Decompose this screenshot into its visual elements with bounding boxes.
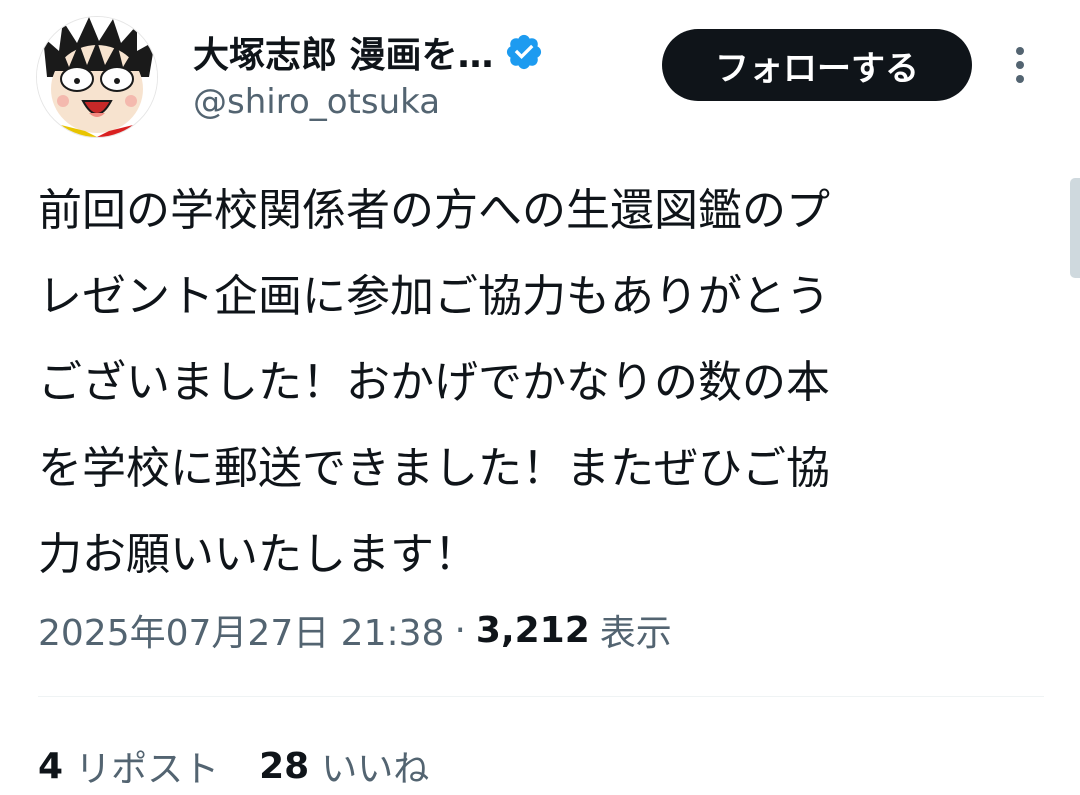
reposts-count: 4	[38, 745, 64, 787]
divider	[38, 696, 1044, 697]
avatar[interactable]	[36, 16, 158, 138]
likes-label: いいね	[321, 749, 430, 790]
views-label: 表示	[599, 613, 672, 654]
tweet-text-line: ございました！おかげでかなりの数の本	[38, 357, 830, 408]
tweet-text-line: 前回の学校関係者の方への生還図鑑のプ	[38, 185, 830, 236]
tweet-timestamp[interactable]: 2025年07月27日 21:38	[38, 604, 444, 656]
display-name[interactable]: 大塚志郎 漫画を…	[193, 26, 494, 78]
scrollbar[interactable]	[1070, 178, 1080, 278]
tweet-header: 大塚志郎 漫画を… @shiro_otsuka フォローする	[0, 0, 1080, 150]
views-count: 3,212	[475, 609, 590, 651]
tweet-meta: 2025年07月27日 21:38 · 3,212 表示	[38, 600, 672, 660]
tweet-text-line: 力お願いいたします！	[38, 529, 478, 580]
tweet-text: 前回の学校関係者の方への生還図鑑のプ レゼント企画に参加ご協力もありがとう ござ…	[38, 168, 1038, 598]
tweet-text-line: を学校に郵送できました！またぜひご協	[38, 443, 830, 494]
likes-count: 28	[259, 745, 310, 787]
tweet-stats: 4 リポスト 28 いいね	[38, 738, 429, 794]
user-handle[interactable]: @shiro_otsuka	[193, 82, 440, 122]
avatar-illustration	[37, 17, 157, 137]
reposts-label: リポスト	[75, 749, 220, 790]
name-row: 大塚志郎 漫画を…	[193, 26, 544, 78]
meta-separator: ·	[454, 609, 466, 651]
tweet-text-line: レゼント企画に参加ご協力もありがとう	[38, 271, 830, 322]
more-vertical-icon[interactable]	[1000, 40, 1040, 90]
reposts-stat[interactable]: 4 リポスト	[38, 740, 219, 792]
verified-badge-icon	[504, 32, 544, 72]
likes-stat[interactable]: 28 いいね	[259, 740, 429, 792]
follow-button[interactable]: フォローする	[662, 29, 972, 101]
